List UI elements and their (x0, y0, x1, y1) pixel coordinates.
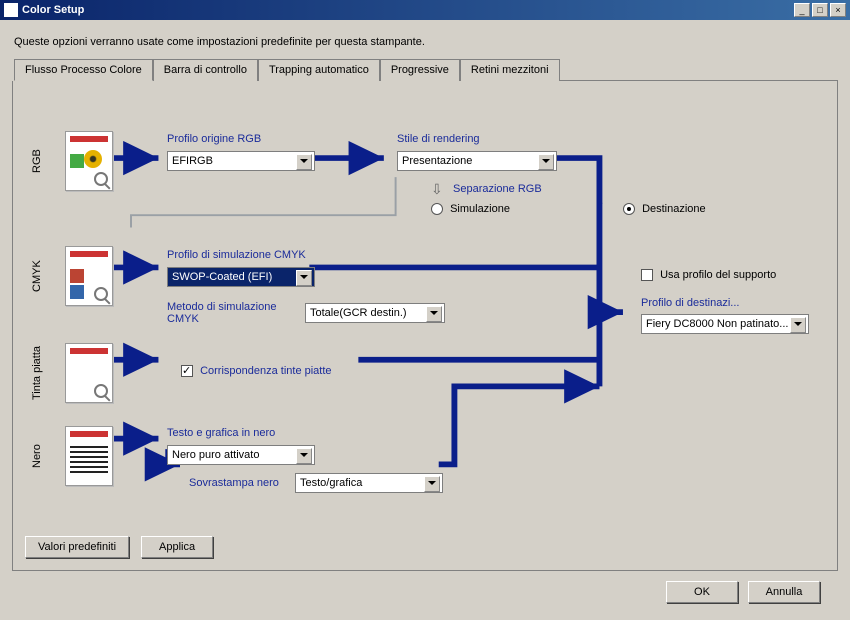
doc-icon-spot (65, 343, 113, 403)
close-button[interactable]: × (830, 3, 846, 17)
doc-icon-rgb (65, 131, 113, 191)
minimize-button[interactable]: _ (794, 3, 810, 17)
defaults-button[interactable]: Valori predefiniti (25, 536, 129, 558)
dropdown-cmyk-profile-value: SWOP-Coated (EFI) (172, 271, 272, 283)
checkbox-use-media-profile[interactable]: Usa profilo del supporto (641, 269, 776, 281)
page-subtitle: Queste opzioni verranno usate come impos… (14, 36, 838, 48)
tab-color-flow[interactable]: Flusso Processo Colore (14, 59, 153, 81)
radio-simulation-label: Simulazione (450, 203, 510, 215)
titlebar: Color Setup _ □ × (0, 0, 850, 20)
dropdown-rgb-source[interactable]: EFIRGB (167, 151, 315, 171)
dropdown-black-text[interactable]: Nero puro attivato (167, 445, 315, 465)
down-arrow-icon: ⇩ (431, 181, 443, 198)
dropdown-cmyk-profile[interactable]: SWOP-Coated (EFI) (167, 267, 315, 287)
row-label-rgb: RGB (31, 131, 43, 191)
label-cmyk-sim-profile: Profilo di simulazione CMYK (167, 249, 306, 261)
label-rgb-source: Profilo origine RGB (167, 133, 261, 145)
checkbox-spot-match[interactable]: Corrispondenza tinte piatte (181, 365, 332, 377)
maximize-button[interactable]: □ (812, 3, 828, 17)
radio-simulation-input[interactable] (431, 203, 443, 215)
flow-diagram: RGB Profilo origine RGB EFIRGB Stile di … (33, 101, 817, 510)
checkbox-use-media-profile-label: Usa profilo del supporto (660, 269, 776, 281)
tab-control-bar[interactable]: Barra di controllo (153, 59, 258, 81)
dropdown-black-overprint-value: Testo/grafica (300, 477, 362, 489)
dropdown-rgb-source-value: EFIRGB (172, 155, 213, 167)
doc-icon-black (65, 426, 113, 486)
tab-panel: RGB Profilo origine RGB EFIRGB Stile di … (12, 81, 838, 571)
cancel-button[interactable]: Annulla (748, 581, 820, 603)
label-black-overprint: Sovrastampa nero (189, 477, 279, 489)
dropdown-rendering-style[interactable]: Presentazione (397, 151, 557, 171)
dropdown-rendering-style-value: Presentazione (402, 155, 472, 167)
row-label-spot: Tinta piatta (31, 343, 43, 403)
apply-button[interactable]: Applica (141, 536, 213, 558)
dropdown-black-text-value: Nero puro attivato (172, 449, 259, 461)
doc-icon-cmyk (65, 246, 113, 306)
window-title: Color Setup (22, 4, 794, 16)
tab-auto-trapping[interactable]: Trapping automatico (258, 59, 380, 81)
radio-destination-label: Destinazione (642, 203, 706, 215)
checkbox-spot-match-label: Corrispondenza tinte piatte (200, 365, 331, 377)
label-dest-profile: Profilo di destinazi... (641, 297, 739, 309)
app-icon (4, 3, 18, 17)
radio-destination-input[interactable] (623, 203, 635, 215)
tabs: Flusso Processo Colore Barra di controll… (14, 58, 838, 81)
dropdown-dest-profile-value: Fiery DC8000 Non patinato... (646, 318, 788, 330)
radio-simulation[interactable]: Simulazione (431, 203, 510, 215)
radio-destination[interactable]: Destinazione (623, 203, 706, 215)
label-rgb-separation: Separazione RGB (453, 183, 542, 195)
dropdown-black-overprint[interactable]: Testo/grafica (295, 473, 443, 493)
row-label-black: Nero (31, 426, 43, 486)
row-label-cmyk: CMYK (31, 246, 43, 306)
label-cmyk-sim-method: Metodo di simulazione CMYK (167, 301, 297, 325)
checkbox-spot-match-input[interactable] (181, 365, 193, 377)
label-black-text: Testo e grafica in nero (167, 427, 275, 439)
tab-halftone[interactable]: Retini mezzitoni (460, 59, 560, 81)
label-rendering-style: Stile di rendering (397, 133, 480, 145)
dropdown-cmyk-method[interactable]: Totale(GCR destin.) (305, 303, 445, 323)
checkbox-use-media-profile-input[interactable] (641, 269, 653, 281)
dropdown-cmyk-method-value: Totale(GCR destin.) (310, 307, 407, 319)
dropdown-dest-profile[interactable]: Fiery DC8000 Non patinato... (641, 314, 809, 334)
tab-progressive[interactable]: Progressive (380, 59, 460, 81)
ok-button[interactable]: OK (666, 581, 738, 603)
